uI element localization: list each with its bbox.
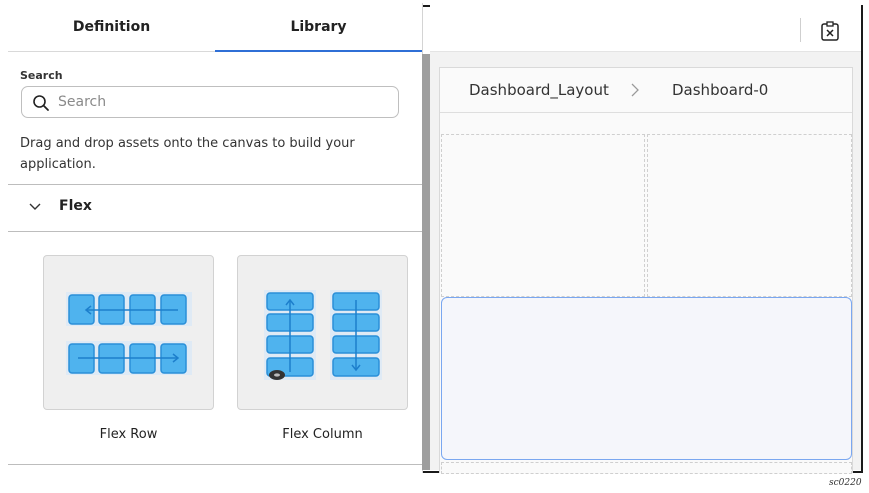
breadcrumb: Dashboard_Layout Dashboard-0: [440, 68, 852, 113]
panel-splitter[interactable]: [422, 54, 430, 470]
chevron-down-icon: [29, 203, 41, 210]
tab-definition[interactable]: Definition: [8, 3, 215, 50]
flex-column-label: Flex Column: [282, 427, 363, 442]
flex-section-header[interactable]: Flex: [8, 184, 422, 232]
flex-row-icon: [66, 292, 192, 375]
search-box[interactable]: [21, 86, 399, 118]
library-panel: Definition Library Search Drag and drop …: [8, 3, 423, 473]
flex-row-asset[interactable]: [43, 255, 214, 410]
help-text: Drag and drop assets onto the canvas to …: [20, 136, 355, 172]
search-label: Search: [20, 69, 63, 82]
panel-tabs: Definition Library: [8, 3, 422, 52]
flex-row-label: Flex Row: [99, 427, 158, 442]
canvas-toolbar: [430, 3, 861, 52]
chevron-right-icon: [631, 83, 639, 97]
flex-column-asset[interactable]: [237, 255, 408, 410]
layout-cell-selected[interactable]: [441, 297, 852, 460]
search-input[interactable]: [58, 91, 388, 113]
toolbar-divider: [800, 18, 801, 42]
active-tab-indicator: [215, 50, 422, 52]
flex-section-title: Flex: [59, 198, 92, 214]
breadcrumb-parent[interactable]: Dashboard_Layout: [469, 81, 609, 99]
tab-library-label: Library: [290, 19, 347, 35]
breadcrumb-current: Dashboard-0: [672, 81, 769, 99]
figure-id: sc0220: [829, 478, 862, 488]
close-panel-icon[interactable]: [820, 20, 840, 42]
layout-cell[interactable]: [647, 134, 852, 297]
layout-cell[interactable]: [441, 134, 645, 297]
flex-column-icon: [264, 290, 382, 380]
section-divider: [8, 464, 422, 465]
layout-cell[interactable]: [441, 462, 852, 474]
tab-library[interactable]: Library: [215, 3, 422, 52]
search-icon: [33, 95, 49, 111]
